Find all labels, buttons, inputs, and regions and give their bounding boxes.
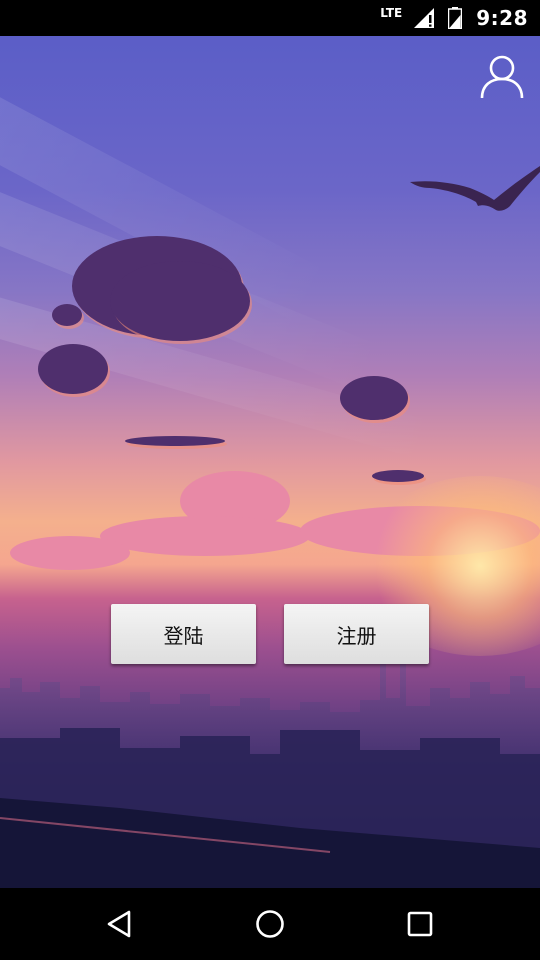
cloud — [372, 470, 424, 482]
status-bar: LTE 9:28 — [0, 0, 540, 36]
background-wallpaper: 登陆 注册 — [0, 36, 540, 888]
back-icon[interactable] — [102, 906, 138, 942]
cloud — [125, 436, 225, 446]
status-icons: LTE 9:28 — [380, 0, 528, 36]
cloud — [340, 376, 408, 420]
navigation-bar — [0, 888, 540, 960]
register-button[interactable]: 注册 — [284, 604, 429, 664]
cloud — [52, 304, 82, 326]
sunset-cloud — [100, 516, 310, 556]
clock: 9:28 — [476, 6, 528, 30]
user-profile-icon[interactable] — [478, 52, 526, 100]
bird-silhouette — [410, 166, 540, 211]
cloud — [38, 344, 108, 394]
signal-icon — [412, 5, 438, 31]
login-button[interactable]: 登陆 — [111, 604, 256, 664]
recent-apps-icon[interactable] — [402, 906, 438, 942]
home-icon[interactable] — [252, 906, 288, 942]
sunset-cloud — [10, 536, 130, 570]
network-type-label: LTE — [380, 6, 403, 20]
cloud — [110, 261, 250, 341]
city-skyline — [0, 658, 540, 888]
battery-icon — [448, 7, 463, 29]
